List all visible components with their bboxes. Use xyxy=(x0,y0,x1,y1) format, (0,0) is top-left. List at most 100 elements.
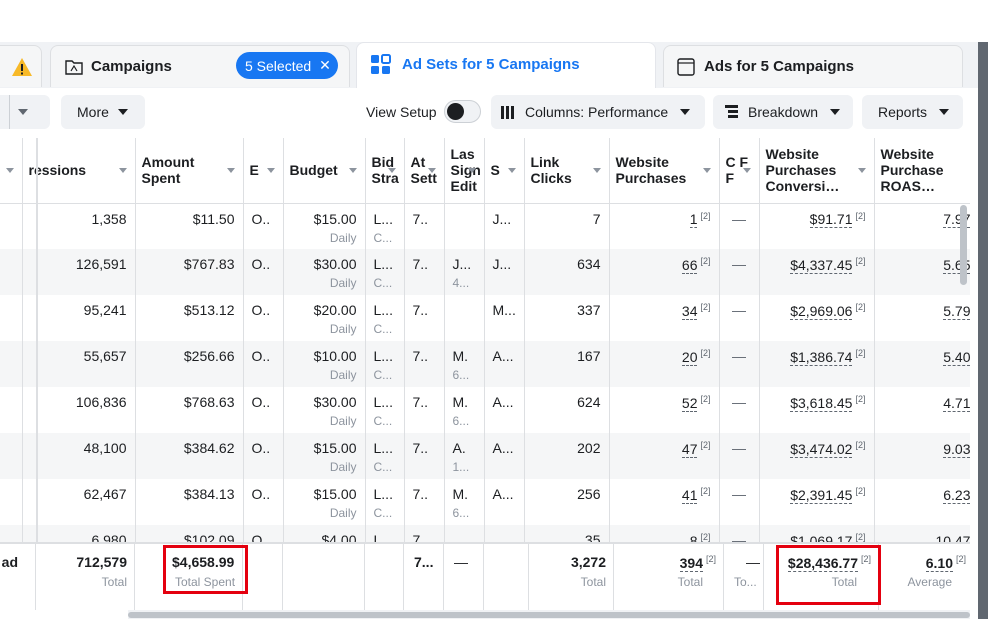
total-c: — xyxy=(746,554,760,570)
column-header-label: Budget xyxy=(289,162,338,179)
total-purchases-sub: Total xyxy=(677,575,703,589)
table-cell-bid: L... C... xyxy=(365,295,405,341)
table-row[interactable]: 1,358 $11.50 O.. $15.00 Daily L... C... 7.. J...… xyxy=(0,203,970,249)
cell-value: 106,836 xyxy=(75,394,127,410)
table-cell-last: J... 4... xyxy=(444,249,485,295)
table-row[interactable]: 62,467 $384.13 O.. $15.00 Daily L... C... 7.. M.… xyxy=(0,479,970,525)
table-cell-roas: 9.03[2] xyxy=(874,433,970,479)
table-cell-e: O.. xyxy=(243,433,284,479)
cell-value: J... xyxy=(492,210,512,227)
total-att: 7... xyxy=(414,554,434,570)
view-setup-label: View Setup xyxy=(366,104,437,120)
column-header[interactable]: Website Purchases xyxy=(609,138,720,204)
column-header[interactable]: At Sett xyxy=(404,138,445,204)
cell-footnote: [2] xyxy=(855,486,866,496)
sort-caret-icon[interactable] xyxy=(742,168,751,173)
reports-button[interactable]: Reports xyxy=(862,95,963,129)
selected-filter-pill[interactable]: 5 Selected ✕ xyxy=(236,52,338,79)
cell-subtext: Daily xyxy=(329,460,357,474)
table-cell-s: A... xyxy=(484,341,525,387)
sort-caret-icon[interactable] xyxy=(118,168,127,173)
table-cell-purch: 66 [2] xyxy=(609,249,720,295)
horizontal-scrollbar-thumb[interactable] xyxy=(128,612,970,618)
column-header-label: Website Purchases Conversi… xyxy=(765,146,840,195)
cell-value: $10.00 xyxy=(313,348,357,364)
sort-caret-icon[interactable] xyxy=(467,168,476,173)
vertical-scrollbar[interactable] xyxy=(960,205,967,285)
column-header[interactable]: Amount Spent xyxy=(135,138,244,204)
table-row[interactable]: 55,657 $256.66 O.. $10.00 Daily L... C... 7.. M.… xyxy=(0,341,970,387)
table-cell-c: — xyxy=(719,433,760,479)
sort-caret-icon[interactable] xyxy=(5,168,14,173)
table-cell-purch: 20 [2] xyxy=(609,341,720,387)
column-header[interactable]: S xyxy=(484,138,525,204)
columns-button[interactable]: Columns: Performance xyxy=(491,95,705,129)
sort-caret-icon[interactable] xyxy=(266,168,275,173)
cell-value: 20 xyxy=(681,348,698,366)
table-cell-name xyxy=(0,203,23,249)
tab-adsets[interactable]: Ad Sets for 5 Campaigns xyxy=(356,42,656,88)
tab-ads[interactable]: Ads for 5 Campaigns xyxy=(663,45,963,87)
close-icon[interactable]: ✕ xyxy=(319,57,331,74)
cell-footnote: [2] xyxy=(700,348,711,358)
table-cell-impr: 48,100 xyxy=(22,433,136,479)
table-row[interactable]: 2x 126,591 $767.83 O.. $30.00 Daily L... C... 7.… xyxy=(0,249,970,295)
sort-caret-icon[interactable] xyxy=(348,168,357,173)
column-header[interactable]: Budget xyxy=(283,138,366,204)
table-cell-e: O.. xyxy=(243,341,284,387)
sort-caret-icon[interactable] xyxy=(387,168,396,173)
table-cell-purch: 34 [2] xyxy=(609,295,720,341)
table-cell-budget: $15.00 Daily xyxy=(283,479,366,525)
table-cell-purch: 1 [2] xyxy=(609,203,720,249)
table-cell-roas: 5.65[2] xyxy=(874,249,970,295)
cell-value: L... xyxy=(373,210,393,227)
column-header[interactable]: Website Purchases Conversi… xyxy=(759,138,875,204)
column-header[interactable]: Website Purchase ROAS… xyxy=(874,138,970,204)
more-button[interactable]: More xyxy=(61,95,145,129)
cell-value: 47 xyxy=(681,440,698,458)
sort-caret-icon[interactable] xyxy=(507,168,516,173)
partial-dropdown-button[interactable] xyxy=(0,95,50,129)
cell-value: 7.. xyxy=(412,302,429,318)
cell-value: — xyxy=(732,394,746,410)
table-cell-impr: 1,358 xyxy=(22,203,136,249)
cell-value: 48,100 xyxy=(83,440,127,456)
sort-caret-icon[interactable] xyxy=(857,168,866,173)
sort-caret-icon[interactable] xyxy=(702,168,711,173)
horizontal-scrollbar[interactable] xyxy=(128,610,970,619)
table-cell-conv: $3,618.45 [2] xyxy=(759,387,875,433)
table-cell-last xyxy=(444,203,485,249)
top-bar xyxy=(0,0,988,42)
table-row[interactable]: 106,836 $768.63 O.. $30.00 Daily L... C... 7.. M… xyxy=(0,387,970,433)
table-cell-s: A... xyxy=(484,433,525,479)
cell-value: M. xyxy=(452,348,469,364)
column-header[interactable]: E xyxy=(243,138,284,204)
sort-caret-icon[interactable] xyxy=(592,168,601,173)
total-clicks: 3,272 xyxy=(570,554,606,570)
cell-subtext: C... xyxy=(373,322,393,336)
cell-value: 62,467 xyxy=(83,486,127,502)
view-setup-toggle[interactable] xyxy=(444,100,481,123)
column-header[interactable]: Bid Stra xyxy=(365,138,405,204)
cell-value: 55,657 xyxy=(83,348,127,364)
column-header[interactable]: Las Sign Edit xyxy=(444,138,485,204)
table-cell-bid: L... C... xyxy=(365,341,405,387)
cell-subtext: C... xyxy=(373,368,393,382)
column-header[interactable]: ressions xyxy=(22,138,136,204)
sort-caret-icon[interactable] xyxy=(427,168,436,173)
table-row[interactable]: 48,100 $384.62 O.. $15.00 Daily L... C... 7.. A.… xyxy=(0,433,970,479)
cell-value: $15.00 xyxy=(313,440,357,456)
cell-value: $513.12 xyxy=(183,302,235,318)
breakdown-button[interactable]: Breakdown xyxy=(713,95,853,129)
table-cell-roas: 4.71[2] xyxy=(874,387,970,433)
tab-warning[interactable] xyxy=(0,45,42,87)
total-roas-footnote: [2] xyxy=(955,554,966,564)
column-header[interactable]: C F F xyxy=(719,138,760,204)
cell-value: $3,474.02 xyxy=(790,440,853,458)
column-header[interactable]: Link Clicks xyxy=(524,138,610,204)
cell-footnote: [2] xyxy=(700,256,711,266)
table-row[interactable]: x 95,241 $513.12 O.. $20.00 Daily L... C... 7.. M… xyxy=(0,295,970,341)
table-cell-budget: $10.00 Daily xyxy=(283,341,366,387)
sort-caret-icon[interactable] xyxy=(226,168,235,173)
column-header[interactable] xyxy=(0,138,23,204)
